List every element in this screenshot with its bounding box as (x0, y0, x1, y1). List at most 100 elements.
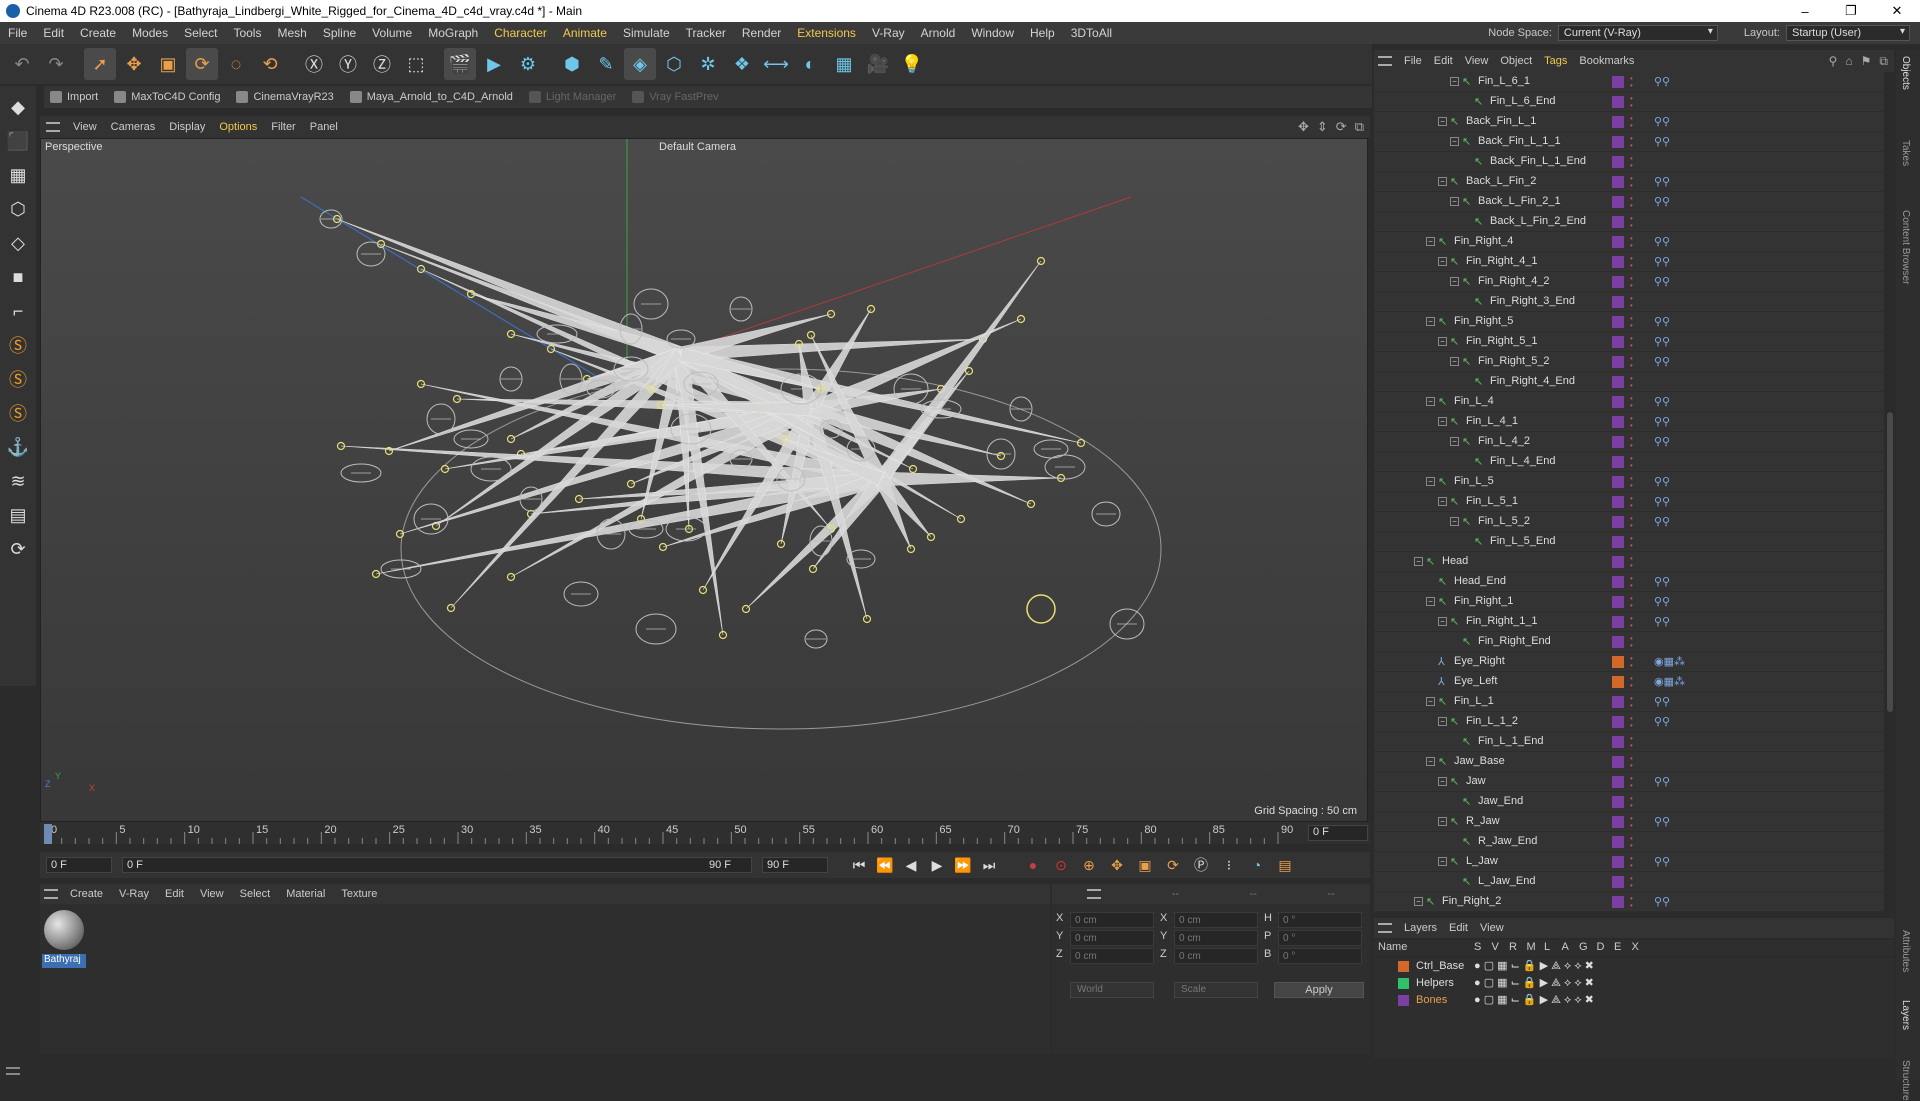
object-tags[interactable]: ⚲⚲ (1654, 695, 1670, 708)
autokey-icon[interactable]: ⊙ (1048, 854, 1074, 876)
expand-toggle-icon[interactable]: − (1438, 777, 1447, 786)
cloner-icon[interactable]: ✲ (692, 48, 724, 80)
visibility-dots-icon[interactable]: • • (1630, 315, 1636, 330)
minimize-button[interactable]: – (1782, 0, 1828, 22)
layer-menu-edit[interactable]: Edit (1443, 922, 1474, 934)
extrude-icon[interactable]: ⬡ (658, 48, 690, 80)
object-row[interactable]: − ↖ Fin_Right_4_1 • • ⚲⚲ (1374, 252, 1884, 272)
array-icon[interactable]: ❖ (726, 48, 758, 80)
visibility-dots-icon[interactable]: • • (1630, 275, 1636, 290)
goto-start-button[interactable]: ⏮ (846, 854, 872, 876)
viewport-camera-label[interactable]: Default Camera (659, 141, 736, 153)
render-picture-viewer-icon[interactable]: ▶ (478, 48, 510, 80)
expand-toggle-icon[interactable]: − (1450, 277, 1459, 286)
layer-toggle-icons[interactable]: ● ▢ ▦ ⌙ 🔒 ▶ ⟁ ⟡ ⟡ ✖ (1474, 959, 1594, 973)
filter-icon[interactable]: ⚑ (1861, 54, 1872, 69)
coord-position-field[interactable]: 0 cm (1070, 948, 1154, 964)
visibility-dots-icon[interactable]: • • (1630, 455, 1636, 470)
layer-color-swatch[interactable] (1398, 995, 1409, 1006)
render-settings-icon[interactable]: ⚙ (512, 48, 544, 80)
visibility-dots-icon[interactable]: • • (1630, 195, 1636, 210)
visibility-dots-icon[interactable]: • • (1630, 855, 1636, 870)
object-row[interactable]: − ↖ Fin_L_1_2 • • ⚲⚲ (1374, 712, 1884, 732)
timeline-ruler[interactable]: 0 5 10 15 20 25 30 35 40 45 50 55 60 65 70 75 80 85 90 0 F (40, 822, 1370, 844)
layer-menu-view[interactable]: View (1474, 922, 1510, 934)
visibility-dots-icon[interactable]: • • (1630, 135, 1636, 150)
object-row[interactable]: − ↖ Fin_L_4_1 • • ⚲⚲ (1374, 412, 1884, 432)
material-menu-v-ray[interactable]: V-Ray (111, 888, 157, 900)
quantize-icon[interactable]: ⟳ (3, 534, 33, 564)
viewport-menu-display[interactable]: Display (162, 121, 212, 133)
object-row[interactable]: − ↖ Fin_L_4_2 • • ⚲⚲ (1374, 432, 1884, 452)
layer-toggle-icons[interactable]: ● ▢ ▦ ⌙ 🔒 ▶ ⟁ ⟡ ⟡ ✖ (1474, 976, 1594, 990)
visibility-dots-icon[interactable]: • • (1630, 775, 1636, 790)
object-row[interactable]: ↖ R_Jaw_End • • (1374, 832, 1884, 852)
menu-file[interactable]: File (0, 26, 35, 40)
side-tab-structure[interactable]: Structure (1900, 1060, 1911, 1101)
expand-toggle-icon[interactable]: − (1414, 557, 1423, 566)
object-menu-tags[interactable]: Tags (1538, 55, 1573, 67)
visibility-dots-icon[interactable]: • • (1630, 155, 1636, 170)
coord-mode-dropdown[interactable]: World (1070, 982, 1154, 998)
object-row[interactable]: ⅄ Eye_Right • • ◉▦⁂ (1374, 652, 1884, 672)
visibility-dots-icon[interactable]: • • (1630, 535, 1636, 550)
menu-simulate[interactable]: Simulate (615, 26, 678, 40)
expand-toggle-icon[interactable]: − (1426, 397, 1435, 406)
model-mode-icon[interactable]: ⬛ (3, 126, 33, 156)
visibility-dots-icon[interactable]: • • (1630, 895, 1636, 910)
menu-spline[interactable]: Spline (315, 26, 364, 40)
magnet-icon[interactable]: ⚓ (3, 432, 33, 462)
play-button[interactable]: ▶ (924, 854, 950, 876)
object-tags[interactable]: ⚲⚲ (1654, 815, 1670, 828)
rotate-alt-icon[interactable]: ⟲ (254, 48, 286, 80)
subdivision-icon[interactable]: ◈ (624, 48, 656, 80)
expand-toggle-icon[interactable]: − (1450, 197, 1459, 206)
object-tags[interactable]: ⚲⚲ (1654, 275, 1670, 288)
object-row[interactable]: ↖ Fin_L_4_End • • (1374, 452, 1884, 472)
visibility-dots-icon[interactable]: • • (1630, 655, 1636, 670)
object-row[interactable]: − ↖ Fin_L_5_2 • • ⚲⚲ (1374, 512, 1884, 532)
expand-toggle-icon[interactable]: − (1426, 697, 1435, 706)
visibility-dots-icon[interactable]: • • (1630, 575, 1636, 590)
tweak-icon[interactable]: Ⓢ (3, 398, 33, 428)
object-menu-bookmarks[interactable]: Bookmarks (1573, 55, 1640, 67)
menu-help[interactable]: Help (1022, 26, 1063, 40)
object-tags[interactable]: ⚲⚲ (1654, 355, 1670, 368)
visibility-dots-icon[interactable]: • • (1630, 335, 1636, 350)
visibility-dots-icon[interactable]: • • (1630, 515, 1636, 530)
visibility-dots-icon[interactable]: • • (1630, 755, 1636, 770)
x-axis-icon[interactable]: Ⓧ (298, 48, 330, 80)
visibility-dots-icon[interactable]: • • (1630, 495, 1636, 510)
visibility-dots-icon[interactable]: • • (1630, 115, 1636, 130)
current-frame-field[interactable]: 0 F (1308, 825, 1368, 841)
visibility-dots-icon[interactable]: • • (1630, 415, 1636, 430)
menu-v-ray[interactable]: V-Ray (864, 26, 913, 40)
visibility-dots-icon[interactable]: • • (1630, 635, 1636, 650)
viewport-menu-filter[interactable]: Filter (264, 121, 302, 133)
menu-mograph[interactable]: MoGraph (420, 26, 486, 40)
workplane-icon[interactable]: ≋ (3, 466, 33, 496)
playhead[interactable] (44, 824, 52, 844)
live-select-icon[interactable]: ◌ (220, 48, 252, 80)
object-tags[interactable]: ⚲⚲ (1654, 775, 1670, 788)
object-row[interactable]: − ↖ Fin_L_1 • • ⚲⚲ (1374, 692, 1884, 712)
search-icon[interactable]: ⚲ (1829, 54, 1838, 69)
coord-position-field[interactable]: 0 cm (1070, 912, 1154, 928)
coord-rotation-field[interactable]: 0 ° (1278, 948, 1362, 964)
visibility-dots-icon[interactable]: • • (1630, 595, 1636, 610)
hamburger-icon[interactable] (46, 122, 60, 132)
material-menu-view[interactable]: View (192, 888, 232, 900)
object-row[interactable]: − ↖ Fin_Right_4_2 • • ⚲⚲ (1374, 272, 1884, 292)
material-menu-material[interactable]: Material (278, 888, 333, 900)
visibility-dots-icon[interactable]: • • (1630, 295, 1636, 310)
coordinate-system-icon[interactable]: ⬚ (400, 48, 432, 80)
undo-icon[interactable]: ↶ (6, 48, 38, 80)
object-tags[interactable]: ⚲⚲ (1654, 855, 1670, 868)
expand-toggle-icon[interactable]: − (1438, 617, 1447, 626)
menu-3dtoall[interactable]: 3DToAll (1063, 26, 1120, 40)
coord-rotation-field[interactable]: 0 ° (1278, 930, 1362, 946)
coord-rotation-field[interactable]: 0 ° (1278, 912, 1362, 928)
expand-toggle-icon[interactable]: − (1426, 317, 1435, 326)
object-tags[interactable]: ⚲⚲ (1654, 595, 1670, 608)
expand-toggle-icon[interactable]: − (1438, 117, 1447, 126)
